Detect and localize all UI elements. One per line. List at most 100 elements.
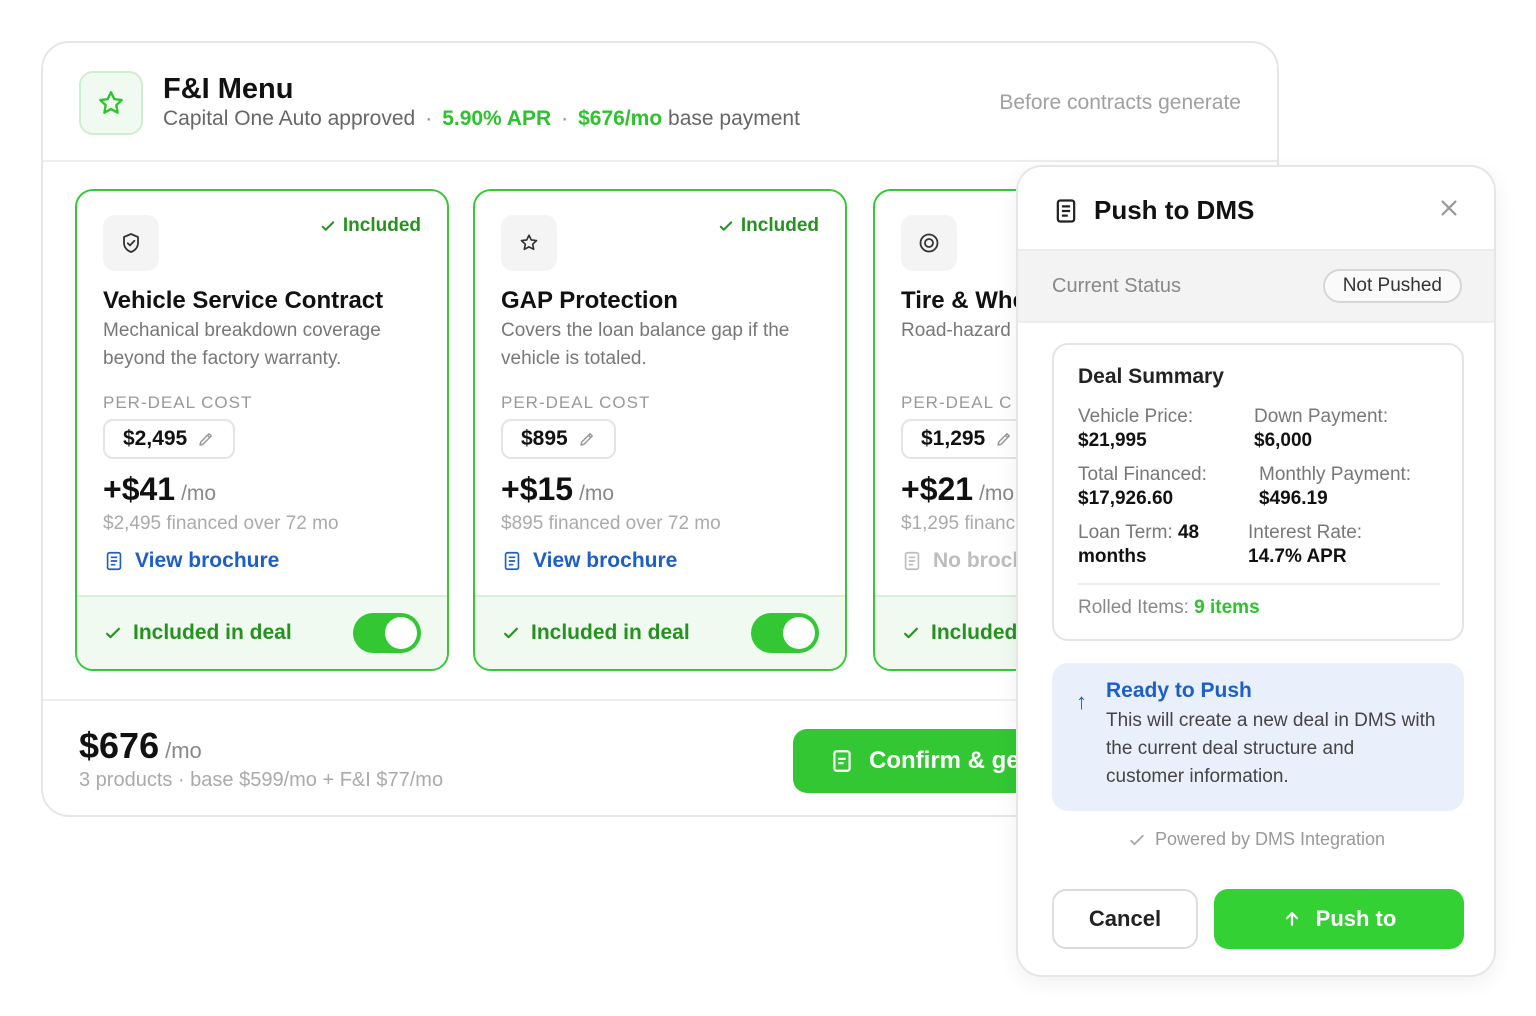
modal-header: Push to DMS bbox=[1018, 167, 1494, 249]
powered-by-note: Powered by DMS Integration bbox=[1018, 829, 1494, 850]
status-row: Current Status Not Pushed bbox=[1018, 249, 1494, 323]
included-badge: Included bbox=[717, 215, 819, 237]
badge-label: Included bbox=[740, 215, 819, 236]
monthly-unit: /mo bbox=[979, 482, 1015, 505]
include-toggle[interactable] bbox=[353, 613, 421, 653]
confirm-label: Confirm & ge bbox=[869, 747, 1020, 774]
arrow-up-icon bbox=[1285, 912, 1298, 926]
arrow-up-icon: ↑ bbox=[1076, 689, 1087, 714]
cost-value: $2,495 bbox=[123, 427, 188, 450]
included-label: Included in deal bbox=[133, 621, 292, 644]
push-to-dms-button[interactable]: Push to bbox=[1214, 889, 1464, 949]
cost-value: $895 bbox=[521, 427, 568, 450]
pencil-icon[interactable] bbox=[995, 430, 1013, 448]
apr-value: 5.90% APR bbox=[442, 107, 552, 130]
separator: · bbox=[561, 107, 569, 130]
monthly-increment: +$21/mo bbox=[901, 471, 1014, 508]
document-icon bbox=[833, 750, 851, 772]
cost-label: PER-DEAL COST bbox=[501, 393, 651, 412]
card-footer: Included in deal bbox=[475, 595, 845, 669]
cost-value: $1,295 bbox=[921, 427, 986, 450]
monthly-payment-value: $496.19 bbox=[1259, 488, 1328, 509]
monthly-payment-label: Monthly Payment: bbox=[1259, 464, 1412, 485]
page-title: F&I Menu bbox=[163, 73, 294, 105]
interest-rate-label: Interest Rate: bbox=[1248, 522, 1363, 543]
monthly-value: +$41 bbox=[103, 471, 176, 507]
check-icon bbox=[1130, 835, 1144, 846]
close-icon[interactable] bbox=[1438, 197, 1460, 219]
loan-term-value: 48 bbox=[1177, 522, 1200, 543]
header-note: Before contracts generate bbox=[999, 91, 1241, 114]
included-in-deal: Included bbox=[901, 621, 1017, 645]
interest-rate-value: 14.7% APR bbox=[1248, 546, 1347, 567]
ready-text: This will create a new deal in DMS with … bbox=[1106, 710, 1436, 787]
cost-label: PER-DEAL C bbox=[901, 393, 1013, 412]
lender-approval: Capital One Auto approved bbox=[163, 107, 416, 130]
ready-to-push-notice: ↑ Ready to Push This will create a new d… bbox=[1052, 663, 1464, 811]
product-title: Tire & Whe bbox=[901, 287, 1026, 314]
divider bbox=[1078, 583, 1440, 585]
toggle-knob bbox=[783, 617, 815, 649]
product-title: GAP Protection bbox=[501, 287, 678, 314]
check-icon bbox=[719, 221, 733, 231]
down-payment-label: Down Payment: bbox=[1254, 406, 1389, 427]
target-icon bbox=[901, 215, 957, 271]
interest-rate: Interest Rate: 14.7% APR bbox=[1248, 521, 1362, 569]
document-icon bbox=[904, 551, 920, 571]
star-icon bbox=[79, 71, 143, 135]
check-icon bbox=[321, 221, 335, 231]
view-brochure-link[interactable]: View brochure bbox=[501, 549, 677, 573]
included-in-deal: Included in deal bbox=[103, 621, 292, 645]
check-icon bbox=[106, 627, 120, 639]
cost-input[interactable]: $1,295 bbox=[901, 419, 1034, 459]
push-label: Push to bbox=[1315, 906, 1397, 931]
down-payment: Down Payment: $6,000 bbox=[1254, 405, 1388, 453]
total-financed: Total Financed: $17,926.60 bbox=[1078, 463, 1207, 511]
payment-breakdown: 3 products · base $599/mo + F&I $77/mo bbox=[79, 769, 444, 791]
product-title: Vehicle Service Contract bbox=[103, 287, 384, 314]
included-label: Included bbox=[931, 621, 1018, 644]
monthly-payment: Monthly Payment: $496.19 bbox=[1259, 463, 1411, 511]
total-financed-value: $17,926.60 bbox=[1078, 488, 1174, 509]
view-brochure-link[interactable]: View brochure bbox=[103, 549, 279, 573]
badge-label: Included bbox=[342, 215, 421, 236]
base-payment-suffix: base payment bbox=[668, 107, 800, 130]
rolled-items-label: Rolled Items: bbox=[1078, 597, 1189, 618]
fi-menu-header: F&I Menu Capital One Auto approved · 5.90%… bbox=[43, 43, 1277, 162]
check-icon bbox=[904, 627, 918, 639]
push-to-dms-modal: Push to DMS Current Status Not Pushed De… bbox=[1016, 165, 1496, 977]
toggle-knob bbox=[385, 617, 417, 649]
monthly-value: +$15 bbox=[501, 471, 574, 507]
cancel-button[interactable]: Cancel bbox=[1052, 889, 1198, 949]
document-icon bbox=[504, 551, 520, 571]
check-icon bbox=[504, 627, 518, 639]
card-footer: Included in deal bbox=[77, 595, 447, 669]
loan-summary-line: Capital One Auto approved · 5.90% APR · $676… bbox=[163, 107, 800, 131]
deal-summary-title: Deal Summary bbox=[1078, 365, 1224, 388]
vehicle-price-label: Vehicle Price: bbox=[1078, 406, 1194, 427]
product-description: Mechanical breakdown coverage beyond the… bbox=[103, 320, 381, 369]
base-payment-value: $676/mo bbox=[578, 107, 663, 130]
product-card-gap-protection[interactable]: Included GAP Protection Covers the loan … bbox=[473, 189, 847, 671]
loan-term-unit: months bbox=[1078, 546, 1147, 567]
monthly-value: +$21 bbox=[901, 471, 974, 507]
status-badge: Not Pushed bbox=[1322, 269, 1462, 303]
status-label: Current Status bbox=[1052, 275, 1181, 297]
financed-note: $2,495 financed over 72 mo bbox=[103, 513, 339, 534]
cost-input[interactable]: $895 bbox=[501, 419, 616, 459]
product-description: Covers the loan balance gap if the vehic… bbox=[501, 320, 790, 369]
ready-title: Ready to Push bbox=[1106, 679, 1252, 702]
include-toggle[interactable] bbox=[751, 613, 819, 653]
brochure-label: No broch bbox=[933, 549, 1026, 572]
down-payment-value: $6,000 bbox=[1254, 430, 1313, 451]
included-in-deal: Included in deal bbox=[501, 621, 690, 645]
pencil-icon[interactable] bbox=[578, 430, 596, 448]
monthly-increment: +$15/mo bbox=[501, 471, 614, 508]
included-badge: Included bbox=[319, 215, 421, 237]
pencil-icon[interactable] bbox=[197, 430, 215, 448]
rolled-items: Rolled Items: 9 items bbox=[1078, 597, 1260, 619]
cost-input[interactable]: $2,495 bbox=[103, 419, 236, 459]
product-card-vehicle-service-contract[interactable]: Included Vehicle Service Contract Mechan… bbox=[75, 189, 449, 671]
total-unit: /mo bbox=[165, 738, 202, 763]
document-icon bbox=[1056, 199, 1076, 223]
